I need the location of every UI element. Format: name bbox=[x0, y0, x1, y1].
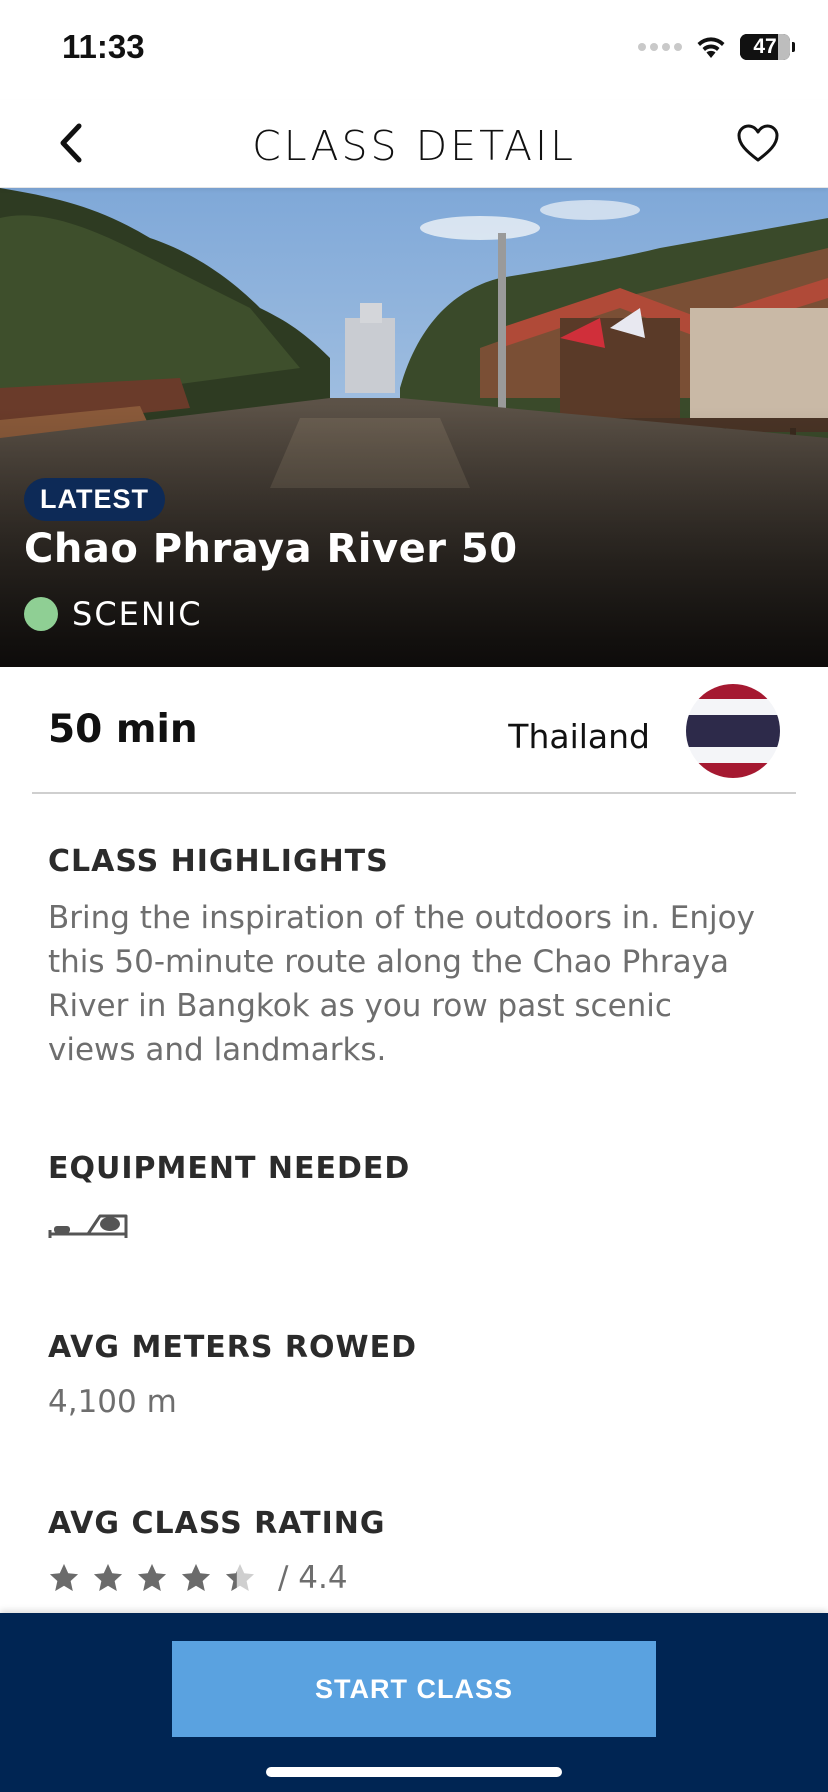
heart-outline-icon bbox=[737, 124, 779, 162]
start-class-button[interactable]: START CLASS bbox=[172, 1641, 656, 1737]
category-label: SCENIC bbox=[72, 595, 203, 633]
thailand-flag-icon bbox=[686, 684, 780, 778]
status-time: 11:33 bbox=[62, 28, 145, 65]
home-indicator bbox=[266, 1767, 562, 1777]
star-icon bbox=[94, 1564, 122, 1591]
rating-stars bbox=[48, 1562, 256, 1594]
star-icon bbox=[226, 1564, 254, 1591]
status-icons: 47 bbox=[638, 34, 795, 60]
rating-heading: AVG CLASS RATING bbox=[48, 1506, 386, 1541]
signal-icon bbox=[638, 43, 682, 51]
rating-value: / 4.4 bbox=[278, 1560, 348, 1596]
star-icon bbox=[138, 1564, 166, 1591]
meters-value: 4,100 m bbox=[48, 1384, 177, 1420]
hero-image: LATEST Chao Phraya River 50 SCENIC bbox=[0, 188, 828, 667]
star-icon bbox=[50, 1564, 78, 1591]
meters-heading: AVG METERS ROWED bbox=[48, 1330, 418, 1365]
page-title: CLASS DETAIL bbox=[252, 122, 576, 170]
class-title: Chao Phraya River 50 bbox=[24, 526, 518, 572]
rowing-machine-icon bbox=[48, 1214, 128, 1238]
class-info-row: 50 min Thailand bbox=[32, 667, 796, 794]
highlights-heading: CLASS HIGHLIGHTS bbox=[48, 844, 389, 879]
battery-icon: 47 bbox=[740, 34, 795, 60]
category-row: SCENIC bbox=[24, 595, 203, 633]
latest-badge: LATEST bbox=[24, 478, 165, 521]
wifi-icon bbox=[697, 37, 725, 58]
battery-level-text: 47 bbox=[753, 35, 777, 58]
equipment-heading: EQUIPMENT NEEDED bbox=[48, 1151, 411, 1186]
favorite-button[interactable] bbox=[732, 118, 784, 168]
status-bar: 11:33 47 bbox=[0, 0, 828, 100]
duration: 50 min bbox=[48, 707, 198, 752]
bottom-bar: START CLASS bbox=[0, 1613, 828, 1792]
rating-row: / 4.4 bbox=[48, 1560, 348, 1596]
nav-bar: CLASS DETAIL bbox=[0, 100, 828, 188]
star-icon bbox=[182, 1564, 210, 1591]
highlights-text: Bring the inspiration of the outdoors in… bbox=[48, 900, 755, 1068]
country-name: Thailand bbox=[508, 717, 650, 756]
category-dot-icon bbox=[24, 597, 58, 631]
